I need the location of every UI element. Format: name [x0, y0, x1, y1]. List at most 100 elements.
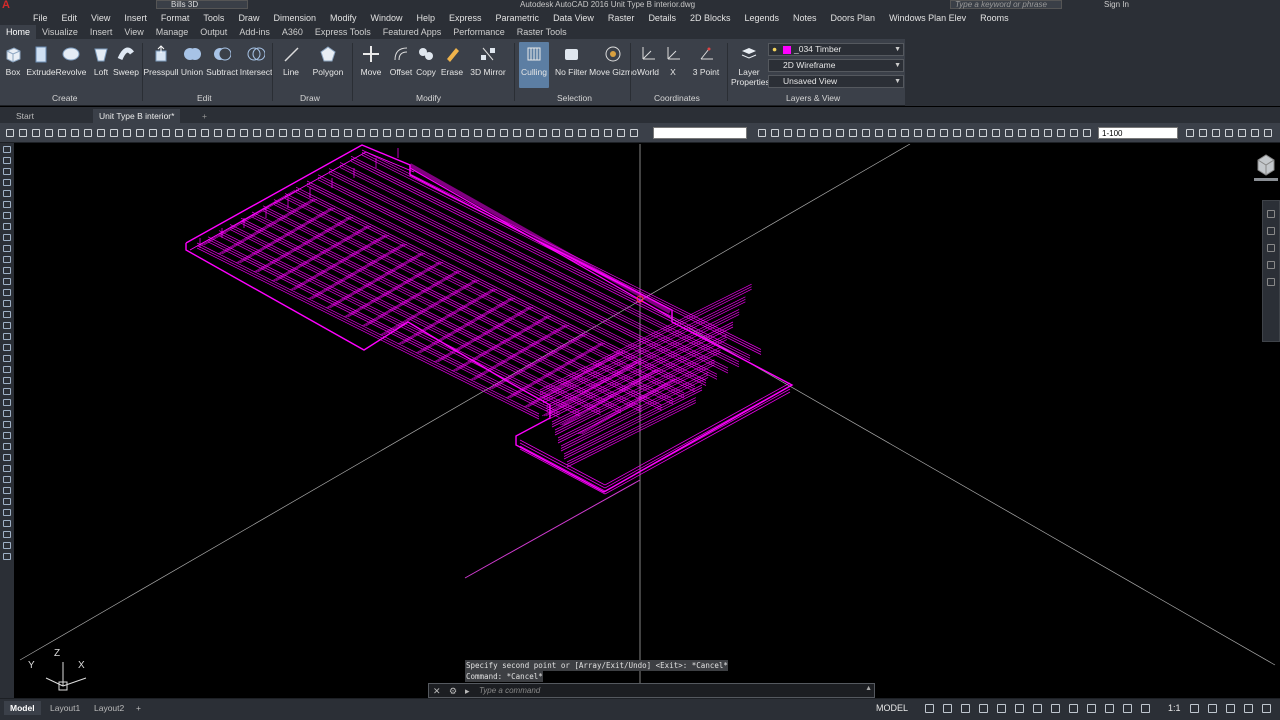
toolbar-icon[interactable]	[253, 129, 261, 137]
toolbar-icon[interactable]	[500, 129, 508, 137]
tab-featured-apps[interactable]: Featured Apps	[377, 25, 448, 39]
tab-express-tools[interactable]: Express Tools	[309, 25, 377, 39]
toolbar-icon[interactable]	[6, 129, 14, 137]
tab-raster-tools[interactable]: Raster Tools	[511, 25, 573, 39]
left-tool-icon[interactable]	[3, 487, 11, 494]
toolbar-icon[interactable]	[888, 129, 896, 137]
left-tool-icon[interactable]	[3, 201, 11, 208]
toolbar-icon[interactable]	[862, 129, 870, 137]
status-toggle-icon[interactable]	[1051, 704, 1060, 713]
presspull-button[interactable]: Presspull	[144, 44, 178, 77]
workspace-select[interactable]: Bills 3D	[156, 0, 248, 9]
toolbar-icon[interactable]	[266, 129, 274, 137]
panel-title-coordinates[interactable]: Coordinates	[654, 93, 700, 103]
status-toggle-icon[interactable]	[1208, 704, 1217, 713]
status-toggle-icon[interactable]	[1015, 704, 1024, 713]
menu-windows-plan-elev[interactable]: Windows Plan Elev	[889, 13, 966, 23]
toolbar-icon[interactable]	[591, 129, 599, 137]
box-button[interactable]: Box	[0, 44, 28, 77]
pan-icon[interactable]	[1267, 227, 1275, 235]
toolbar-icon[interactable]	[19, 129, 27, 137]
left-tool-icon[interactable]	[3, 454, 11, 461]
panel-title-edit[interactable]: Edit	[197, 93, 212, 103]
status-toggle-icon[interactable]	[961, 704, 970, 713]
tab-visualize[interactable]: Visualize	[36, 25, 84, 39]
status-toggle-icon[interactable]	[1226, 704, 1235, 713]
status-toggle-icon[interactable]	[1262, 704, 1271, 713]
close-icon[interactable]: ✕	[433, 686, 441, 697]
tab-output[interactable]: Output	[194, 25, 233, 39]
left-tool-icon[interactable]	[3, 399, 11, 406]
toolbar-icon[interactable]	[810, 129, 818, 137]
toolbar-icon[interactable]	[1238, 129, 1246, 137]
intersect-button[interactable]: Intersect	[240, 44, 272, 77]
left-tool-icon[interactable]	[3, 190, 11, 197]
left-tool-icon[interactable]	[3, 432, 11, 439]
chevron-up-icon[interactable]: ▲	[865, 685, 872, 692]
tab-unit-type-b-interior[interactable]: Unit Type B interior*	[93, 109, 181, 123]
menu-parametric[interactable]: Parametric	[496, 13, 540, 23]
toolbar-icon[interactable]	[797, 129, 805, 137]
visual-style-dropdown[interactable]: 2D Wireframe ▼	[768, 59, 904, 72]
left-tool-icon[interactable]	[3, 377, 11, 384]
toolbar-icon[interactable]	[901, 129, 909, 137]
status-toggle-icon[interactable]	[943, 704, 952, 713]
menu-2d-blocks[interactable]: 2D Blocks	[690, 13, 731, 23]
menu-file[interactable]: File	[33, 13, 48, 23]
toolbar-icon[interactable]	[526, 129, 534, 137]
panel-title-selection[interactable]: Selection	[557, 93, 592, 103]
status-toggle-icon[interactable]	[979, 704, 988, 713]
left-tool-icon[interactable]	[3, 311, 11, 318]
toolbar-icon[interactable]	[110, 129, 118, 137]
toolbar-icon[interactable]	[188, 129, 196, 137]
left-tool-icon[interactable]	[3, 388, 11, 395]
tab-model[interactable]: Model	[4, 701, 41, 715]
move-button[interactable]: Move	[356, 44, 386, 77]
left-tool-icon[interactable]	[3, 234, 11, 241]
toolbar-icon[interactable]	[422, 129, 430, 137]
menu-legends[interactable]: Legends	[744, 13, 779, 23]
toolbar-icon[interactable]	[823, 129, 831, 137]
toolbar-icon[interactable]	[162, 129, 170, 137]
menu-express[interactable]: Express	[449, 13, 482, 23]
toolbar-icon[interactable]	[914, 129, 922, 137]
toolbar-icon[interactable]	[875, 129, 883, 137]
menu-format[interactable]: Format	[161, 13, 190, 23]
left-tool-icon[interactable]	[3, 421, 11, 428]
toolbar-icon[interactable]	[45, 129, 53, 137]
toolbar-icon[interactable]	[953, 129, 961, 137]
status-toggle-icon[interactable]	[1087, 704, 1096, 713]
toolbar-icon[interactable]	[992, 129, 1000, 137]
left-tool-icon[interactable]	[3, 146, 11, 153]
toolbar-icon[interactable]	[396, 129, 404, 137]
tab-a360[interactable]: A360	[276, 25, 309, 39]
left-tool-icon[interactable]	[3, 322, 11, 329]
toolbar-icon[interactable]	[240, 129, 248, 137]
command-line[interactable]: ✕ ⚙ ▸ Type a command ▲	[428, 683, 875, 698]
toolbar-icon[interactable]	[435, 129, 443, 137]
annotation-scale-combo[interactable]: 1-100	[1098, 127, 1178, 139]
left-tool-icon[interactable]	[3, 256, 11, 263]
toolbar-icon[interactable]	[1251, 129, 1259, 137]
toolbar-icon[interactable]	[1031, 129, 1039, 137]
toolbar-icon[interactable]	[578, 129, 586, 137]
revolve-button[interactable]: Revolve	[56, 44, 86, 77]
toolbar-icon[interactable]	[409, 129, 417, 137]
toolbar-empty-combo[interactable]	[653, 127, 747, 139]
status-toggle-icon[interactable]	[1141, 704, 1150, 713]
left-tool-icon[interactable]	[3, 179, 11, 186]
menu-details[interactable]: Details	[648, 13, 676, 23]
toolbar-icon[interactable]	[227, 129, 235, 137]
toolbar-icon[interactable]	[604, 129, 612, 137]
tab-performance[interactable]: Performance	[447, 25, 511, 39]
left-tool-icon[interactable]	[3, 168, 11, 175]
toolbar-icon[interactable]	[214, 129, 222, 137]
panel-title-layers-view[interactable]: Layers & View	[786, 93, 840, 103]
toolbar-icon[interactable]	[1083, 129, 1091, 137]
left-tool-icon[interactable]	[3, 344, 11, 351]
toolbar-icon[interactable]	[292, 129, 300, 137]
toolbar-icon[interactable]	[123, 129, 131, 137]
menu-doors-plan[interactable]: Doors Plan	[831, 13, 876, 23]
toolbar-icon[interactable]	[1018, 129, 1026, 137]
toolbar-icon[interactable]	[1225, 129, 1233, 137]
